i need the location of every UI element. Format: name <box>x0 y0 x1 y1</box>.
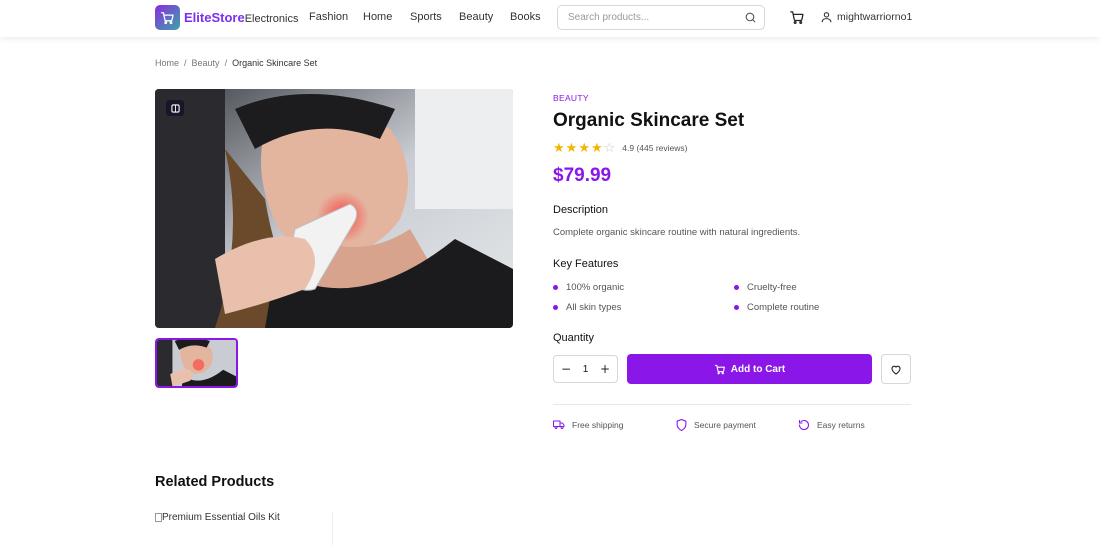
top-nav-bar: EliteStoreElectronics Fashion Home Sport… <box>0 0 1100 37</box>
breadcrumb: Home / Beauty / Organic Skincare Set <box>155 58 317 68</box>
feature-item: Cruelty-free <box>734 282 797 293</box>
feature-item: 100% organic <box>553 282 624 293</box>
thumbnail-photo <box>157 340 236 386</box>
breadcrumb-beauty[interactable]: Beauty <box>192 58 220 68</box>
quantity-value: 1 <box>582 363 589 375</box>
decrease-quantity-button[interactable]: − <box>560 362 572 376</box>
breadcrumb-home[interactable]: Home <box>155 58 179 68</box>
product-price: $79.99 <box>553 165 612 186</box>
nav-home[interactable]: Home <box>363 11 392 23</box>
shield-icon <box>676 419 687 431</box>
feature-item: All skin types <box>553 302 621 313</box>
cart-icon <box>714 364 725 374</box>
add-to-cart-button[interactable]: Add to Cart <box>627 354 872 384</box>
breadcrumb-current: Organic Skincare Set <box>232 58 318 68</box>
product-main-image[interactable] <box>155 89 513 328</box>
store-name: EliteStoreElectronics <box>184 10 298 25</box>
store-name-secondary: Electronics <box>244 13 299 25</box>
heart-icon <box>891 365 901 375</box>
related-product-card[interactable]: Premium Essential Oils Kit <box>155 512 333 545</box>
feature-label: 100% organic <box>566 282 625 293</box>
divider <box>553 404 911 405</box>
username: mightwarriorno1 <box>837 11 913 23</box>
star-icon: ★ <box>565 140 578 155</box>
nav-sports[interactable]: Sports <box>410 11 442 23</box>
bullet-icon <box>734 285 739 290</box>
feature-label: All skin types <box>566 302 622 313</box>
user-menu[interactable]: mightwarriorno1 <box>820 10 912 24</box>
related-product-image: Premium Essential Oils Kit <box>155 512 280 523</box>
truck-icon <box>553 420 565 429</box>
increase-quantity-button[interactable]: + <box>599 362 611 376</box>
quantity-heading: Quantity <box>553 332 594 344</box>
perk-label: Secure payment <box>694 420 756 430</box>
nav-beauty[interactable]: Beauty <box>459 11 493 23</box>
image-alt-text: Premium Essential Oils Kit <box>162 512 280 523</box>
perk-label: Free shipping <box>572 419 624 430</box>
breadcrumb-separator: / <box>184 58 187 68</box>
quantity-stepper: − 1 + <box>553 355 618 383</box>
product-title: Organic Skincare Set <box>553 110 745 131</box>
search-icon[interactable] <box>744 11 757 29</box>
related-products-heading: Related Products <box>155 474 275 490</box>
store-logo[interactable]: EliteStoreElectronics <box>155 5 298 30</box>
refresh-icon <box>798 419 810 431</box>
features-heading: Key Features <box>553 258 619 270</box>
product-thumbnail[interactable] <box>155 338 238 388</box>
bullet-icon <box>553 305 558 310</box>
product-category: BEAUTY <box>553 93 589 103</box>
feature-label: Cruelty-free <box>747 282 797 293</box>
user-icon <box>821 12 832 23</box>
product-photo <box>155 89 513 328</box>
nav-fashion[interactable]: Fashion <box>309 11 348 23</box>
add-to-cart-label: Add to Cart <box>730 363 786 375</box>
search-box <box>557 5 765 30</box>
store-name-primary: EliteStore <box>184 10 245 25</box>
rating-text: 4.9 (445 reviews) <box>622 142 688 153</box>
cart-logo-icon <box>155 5 180 30</box>
bullet-icon <box>553 285 558 290</box>
description-heading: Description <box>553 204 609 216</box>
search-input[interactable] <box>568 12 743 23</box>
product-rating: ★ ★ ★ ★ ☆ 4.9 (445 reviews) <box>553 141 687 154</box>
cart-icon[interactable] <box>789 10 805 30</box>
wishlist-button[interactable] <box>881 354 911 384</box>
bullet-icon <box>734 305 739 310</box>
star-icon: ★ <box>553 140 565 155</box>
star-outline-icon: ☆ <box>603 140 616 155</box>
rating-stars: ★ ★ ★ ★ ☆ <box>553 141 615 154</box>
star-icon: ★ <box>590 140 603 155</box>
breadcrumb-separator: / <box>224 58 228 68</box>
image-zoom-icon[interactable] <box>166 100 184 116</box>
perk-label: Easy returns <box>817 420 865 430</box>
perk-secure-payment: Secure payment <box>676 419 756 431</box>
product-description: Complete organic skincare routine with n… <box>553 227 801 238</box>
feature-label: Complete routine <box>747 302 820 313</box>
broken-image-icon <box>155 513 162 522</box>
star-icon: ★ <box>578 140 590 155</box>
perk-easy-returns: Easy returns <box>798 419 865 431</box>
perk-free-shipping: Free shipping <box>553 419 624 430</box>
nav-books[interactable]: Books <box>510 11 541 23</box>
feature-item: Complete routine <box>734 302 819 313</box>
